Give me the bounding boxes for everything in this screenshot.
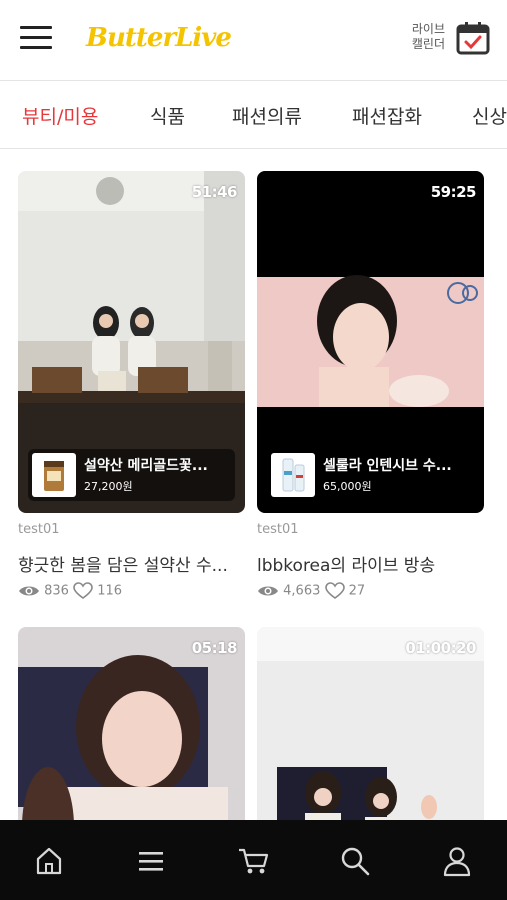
hamburger-menu-icon[interactable] [20,26,52,52]
seller-name[interactable]: test01 [257,522,299,537]
seller-name[interactable]: test01 [18,522,60,537]
video-duration: 05:18 [191,639,238,657]
heart-icon[interactable] [324,582,345,600]
live-card[interactable]: 51:46 설약산 메리골드꽃... 27,200원 [18,171,245,513]
video-duration: 51:46 [191,183,238,201]
eye-icon [258,586,278,596]
video-duration: 59:25 [430,183,477,201]
tab-fashion-clothing[interactable]: 패션의류 [232,102,302,129]
video-duration: 01:00:20 [405,639,476,657]
live-stats: 836 116 [18,582,122,600]
user-icon[interactable] [440,844,474,878]
like-count: 27 [348,583,366,599]
product-overlay[interactable]: 설약산 메리골드꽃... 27,200원 [28,449,235,501]
home-icon[interactable] [32,844,66,878]
app-header: ButterLive 라이브 캘린더 [0,0,507,81]
cart-icon[interactable] [236,844,270,878]
butterlive-logo[interactable]: ButterLive [86,18,232,58]
product-name: 설약산 메리골드꽃... [84,458,208,474]
eye-icon [19,586,39,596]
live-thumbnail[interactable]: 51:46 설약산 메리골드꽃... 27,200원 [18,171,245,513]
product-name: 셀룰라 인텐시브 수... [323,458,452,474]
menu-icon[interactable] [134,844,168,878]
calendar-icon[interactable] [455,20,491,56]
bottom-navigation [0,820,507,900]
product-thumbnail [271,453,315,497]
live-stats: 4,663 27 [257,582,365,600]
product-price: 27,200원 [84,480,133,493]
product-overlay[interactable]: 셀룰라 인텐시브 수... 65,000원 [267,449,474,501]
like-count: 116 [97,583,123,599]
tab-fashion-accessories[interactable]: 패션잡화 [352,102,422,129]
product-price: 65,000원 [323,480,372,493]
category-tabs: 뷰티/미용 식품 패션의류 패션잡화 신상 [0,82,507,149]
live-card[interactable]: 59:25 셀룰라 인텐시브 수... 65,000원 [257,171,484,513]
view-count: 836 [44,583,69,599]
view-count: 4,663 [283,583,321,599]
live-thumbnail[interactable]: 59:25 셀룰라 인텐시브 수... 65,000원 [257,171,484,513]
search-icon[interactable] [338,844,372,878]
product-thumbnail [32,453,76,497]
tab-beauty[interactable]: 뷰티/미용 [22,102,98,129]
live-title[interactable]: 향긋한 봄을 담은 설약산 수... [18,551,248,576]
live-calendar-label[interactable]: 라이브 캘린더 [385,22,445,52]
tab-food[interactable]: 식품 [150,102,185,129]
live-title[interactable]: lbbkorea의 라이브 방송 [257,551,487,576]
tab-new-arrivals[interactable]: 신상 [472,102,507,129]
heart-icon[interactable] [73,582,93,600]
